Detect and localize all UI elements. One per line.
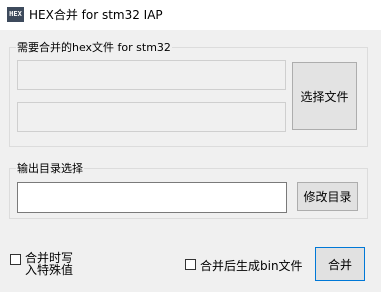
select-file-button[interactable]: 选择文件	[292, 62, 357, 130]
hex-file-2-field	[17, 102, 286, 132]
hex-file-1-field	[17, 60, 286, 90]
modify-dir-button[interactable]: 修改目录	[297, 182, 358, 211]
checkbox-box[interactable]	[10, 254, 21, 265]
window-title: HEX合并 for stm32 IAP	[29, 8, 163, 22]
output-dir-group-label: 输出目录选择	[17, 162, 83, 175]
hex-files-group-label: 需要合并的hex文件 for stm32	[17, 41, 171, 54]
dialog-body: 需要合并的hex文件 for stm32 选择文件 输出目录选择 修改目录 合并…	[0, 30, 381, 292]
generate-bin-checkbox[interactable]: 合并后生成bin文件	[185, 257, 303, 274]
app-icon: HEX	[7, 7, 24, 22]
generate-bin-label: 合并后生成bin文件	[200, 259, 303, 273]
merge-button[interactable]: 合并	[315, 247, 365, 281]
title-bar: HEX HEX合并 for stm32 IAP	[0, 0, 381, 30]
write-special-value-label: 合并时写 入特殊值	[25, 252, 73, 276]
checkbox-box[interactable]	[185, 259, 196, 270]
write-special-value-label-line2: 入特殊值	[25, 263, 74, 277]
write-special-value-checkbox[interactable]: 合并时写 入特殊值	[10, 252, 73, 276]
output-dir-input[interactable]	[17, 182, 287, 213]
